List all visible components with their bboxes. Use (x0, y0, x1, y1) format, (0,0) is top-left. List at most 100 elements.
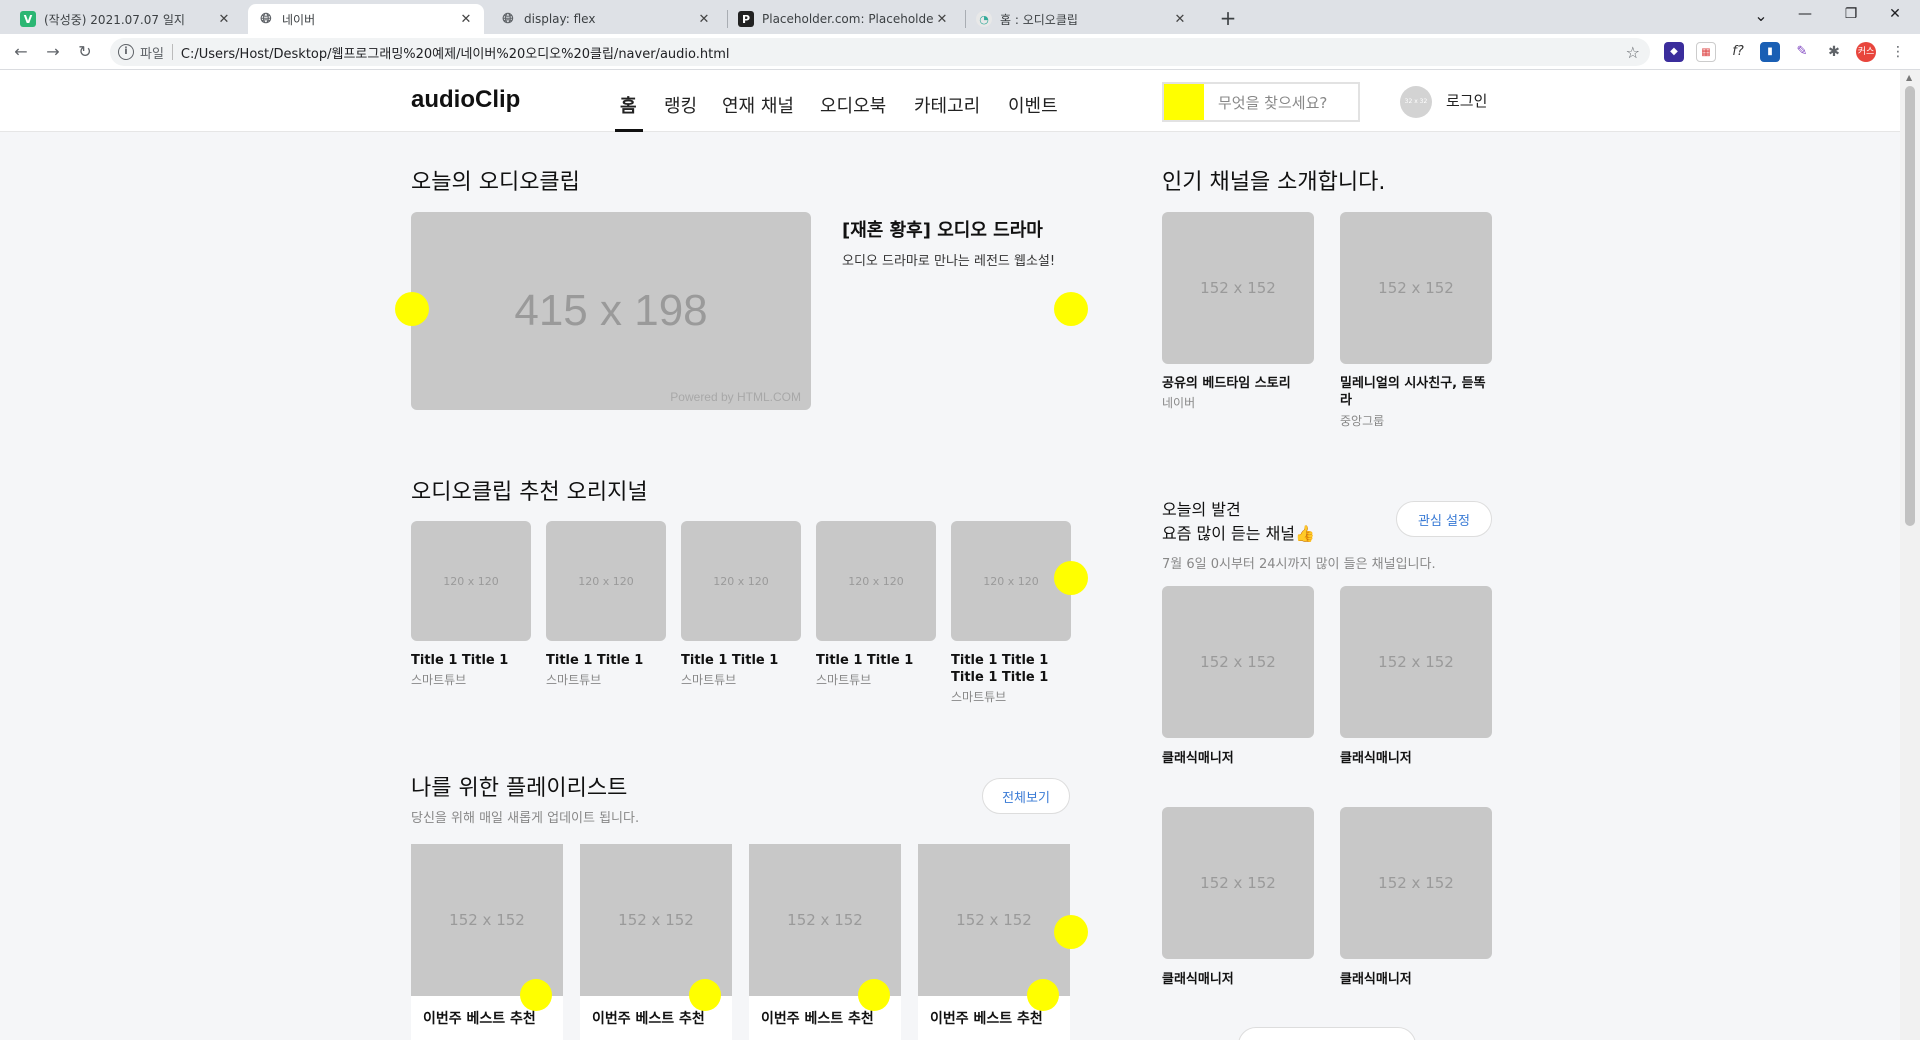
search-input[interactable]: 무엇을 찾으세요? (1218, 92, 1327, 113)
close-icon[interactable]: ✕ (696, 12, 712, 27)
tab-strip: V (작성중) 2021.07.07 일지 ✕ 🌐︎ 네이버 ✕ 🌐︎ disp… (0, 0, 1920, 34)
hero-powered-label: Powered by HTML.COM (670, 390, 801, 404)
close-icon[interactable]: ✕ (934, 12, 950, 27)
original-thumb-5[interactable]: 120 x 120 (951, 521, 1071, 641)
playlist-next-button[interactable] (1054, 915, 1088, 949)
more-button[interactable] (1238, 1027, 1416, 1040)
browser-tab-3[interactable]: 🌐︎ display: flex ✕ (490, 4, 722, 34)
thumb-label: 152 x 152 (618, 911, 694, 929)
original-thumb-4[interactable]: 120 x 120 (816, 521, 936, 641)
back-arrow-icon[interactable]: ← (10, 41, 32, 63)
info-icon[interactable]: i (118, 44, 134, 60)
kebab-menu-icon[interactable]: ⋮ (1888, 42, 1908, 62)
thumb-label: 120 x 120 (848, 574, 904, 588)
profile-avatar[interactable]: 커스 (1856, 42, 1876, 62)
reader-icon[interactable]: ▮ (1760, 42, 1780, 62)
nav-category[interactable]: 카테고리 (914, 92, 980, 118)
audioclip-icon: ◔ (976, 11, 992, 27)
browser-tab-2[interactable]: 🌐︎ 네이버 ✕ (248, 4, 484, 34)
tab-title: display: flex (524, 12, 596, 26)
login-link[interactable]: 로그인 (1446, 90, 1487, 111)
address-bar[interactable]: i 파일 C:/Users/Host/Desktop/웹프로그래밍%20예제/네… (110, 38, 1650, 66)
nav-ranking[interactable]: 랭킹 (664, 92, 697, 118)
nav-event[interactable]: 이벤트 (1008, 92, 1058, 118)
browser-tab-4[interactable]: P Placeholder.com: Placeholder.co ✕ (728, 4, 960, 34)
popular-thumb-2[interactable]: 152 x 152 (1340, 212, 1492, 364)
play-button[interactable] (520, 979, 552, 1011)
play-button[interactable] (689, 979, 721, 1011)
discovery-thumb-4[interactable]: 152 x 152 (1340, 807, 1492, 959)
tab-search-icon[interactable]: ⌄ (1746, 6, 1776, 25)
site-logo[interactable]: audioClip (411, 86, 520, 114)
reload-icon[interactable]: ↻ (74, 41, 96, 63)
discovery-thumb-2[interactable]: 152 x 152 (1340, 586, 1492, 738)
playlist-card-4[interactable]: 152 x 152 이번주 베스트 추천 (918, 844, 1070, 1040)
popular-title-1[interactable]: 공유의 베드타임 스토리 (1162, 375, 1314, 392)
browser-tab-1[interactable]: V (작성중) 2021.07.07 일지 ✕ (10, 4, 242, 34)
interest-settings-button[interactable]: 관심 설정 (1396, 501, 1492, 537)
scroll-up-arrow-icon[interactable]: ▲ (1906, 73, 1912, 82)
forward-arrow-icon[interactable]: → (42, 41, 64, 63)
play-button[interactable] (858, 979, 890, 1011)
new-tab-button[interactable]: + (1214, 6, 1242, 32)
prev-slide-button[interactable] (395, 292, 429, 326)
nav-series[interactable]: 연재 채널 (722, 92, 794, 118)
today-section-title: 오늘의 오디오클립 (411, 170, 580, 195)
discovery-thumb-1[interactable]: 152 x 152 (1162, 586, 1314, 738)
restore-button[interactable]: ❐ (1836, 6, 1866, 22)
address-divider (171, 44, 173, 60)
tab-title: 홈 : 오디오클립 (1000, 12, 1078, 27)
original-title-3[interactable]: Title 1 Title 1 (681, 652, 803, 669)
minimize-button[interactable]: — (1790, 6, 1820, 22)
original-title-1[interactable]: Title 1 Title 1 (411, 652, 533, 669)
view-all-button[interactable]: 전체보기 (982, 778, 1070, 814)
search-icon[interactable] (1164, 84, 1204, 120)
original-thumb-3[interactable]: 120 x 120 (681, 521, 801, 641)
puzzle-icon[interactable]: ✱ (1824, 42, 1844, 62)
playlist-card-3[interactable]: 152 x 152 이번주 베스트 추천 (749, 844, 901, 1040)
page-scrollbar[interactable]: ▲ (1900, 70, 1920, 1040)
hero-image[interactable]: 415 x 198 Powered by HTML.COM (411, 212, 811, 410)
playlist-card-title: 이번주 베스트 추천 (761, 1011, 874, 1027)
discovery-title-1[interactable]: 클래식매니저 (1162, 750, 1234, 767)
original-thumb-2[interactable]: 120 x 120 (546, 521, 666, 641)
playlist-card-title: 이번주 베스트 추천 (423, 1011, 536, 1027)
thumb-label: 152 x 152 (1378, 874, 1454, 892)
popular-title-2[interactable]: 밀레니얼의 시사친구, 듣똑라 (1340, 375, 1492, 409)
nav-audiobook[interactable]: 오디오북 (820, 92, 886, 118)
original-thumb-1[interactable]: 120 x 120 (411, 521, 531, 641)
close-icon[interactable]: ✕ (1172, 12, 1188, 27)
thumbs-up-icon: 👍 (1295, 524, 1315, 543)
popular-thumb-1[interactable]: 152 x 152 (1162, 212, 1314, 364)
original-title-2[interactable]: Title 1 Title 1 (546, 652, 668, 669)
close-icon[interactable]: ✕ (458, 12, 474, 27)
browser-tab-5[interactable]: ◔ 홈 : 오디오클립 ✕ (966, 4, 1198, 34)
tab-title: Placeholder.com: Placeholder.co (762, 12, 934, 26)
original-title-5[interactable]: Title 1 Title 1 Title 1 Title 1 (951, 652, 1073, 686)
search-box[interactable]: 무엇을 찾으세요? (1162, 82, 1360, 122)
playlist-card-2[interactable]: 152 x 152 이번주 베스트 추천 (580, 844, 732, 1040)
play-button[interactable] (1027, 979, 1059, 1011)
playlist-thumb: 152 x 152 (749, 844, 901, 996)
playlist-card-1[interactable]: 152 x 152 이번주 베스트 추천 (411, 844, 563, 1040)
discovery-title-3[interactable]: 클래식매니저 (1162, 971, 1234, 988)
hero-image-label: 415 x 198 (514, 286, 708, 335)
avatar[interactable]: 32 x 32 (1400, 86, 1432, 118)
hero-title[interactable]: [재혼 황후] 오디오 드라마 (842, 216, 1043, 242)
nav-home[interactable]: 홈 (620, 92, 637, 118)
close-icon[interactable]: ✕ (216, 12, 232, 27)
formula-icon[interactable]: f? (1728, 42, 1748, 62)
extension-cube-icon[interactable]: ◆ (1664, 42, 1684, 62)
discovery-title-2[interactable]: 클래식매니저 (1340, 750, 1412, 767)
window-close-button[interactable]: ✕ (1880, 6, 1910, 22)
discovery-title-4[interactable]: 클래식매니저 (1340, 971, 1412, 988)
calendar-icon[interactable]: ▦ (1696, 42, 1716, 62)
next-slide-button[interactable] (1054, 292, 1088, 326)
bookmark-star-icon[interactable]: ☆ (1626, 43, 1640, 62)
originals-next-button[interactable] (1054, 561, 1088, 595)
eyedropper-icon[interactable]: ✎ (1792, 42, 1812, 62)
thumb-label: 120 x 120 (983, 574, 1039, 588)
discovery-thumb-3[interactable]: 152 x 152 (1162, 807, 1314, 959)
scrollbar-thumb[interactable] (1905, 86, 1915, 526)
original-title-4[interactable]: Title 1 Title 1 (816, 652, 938, 669)
